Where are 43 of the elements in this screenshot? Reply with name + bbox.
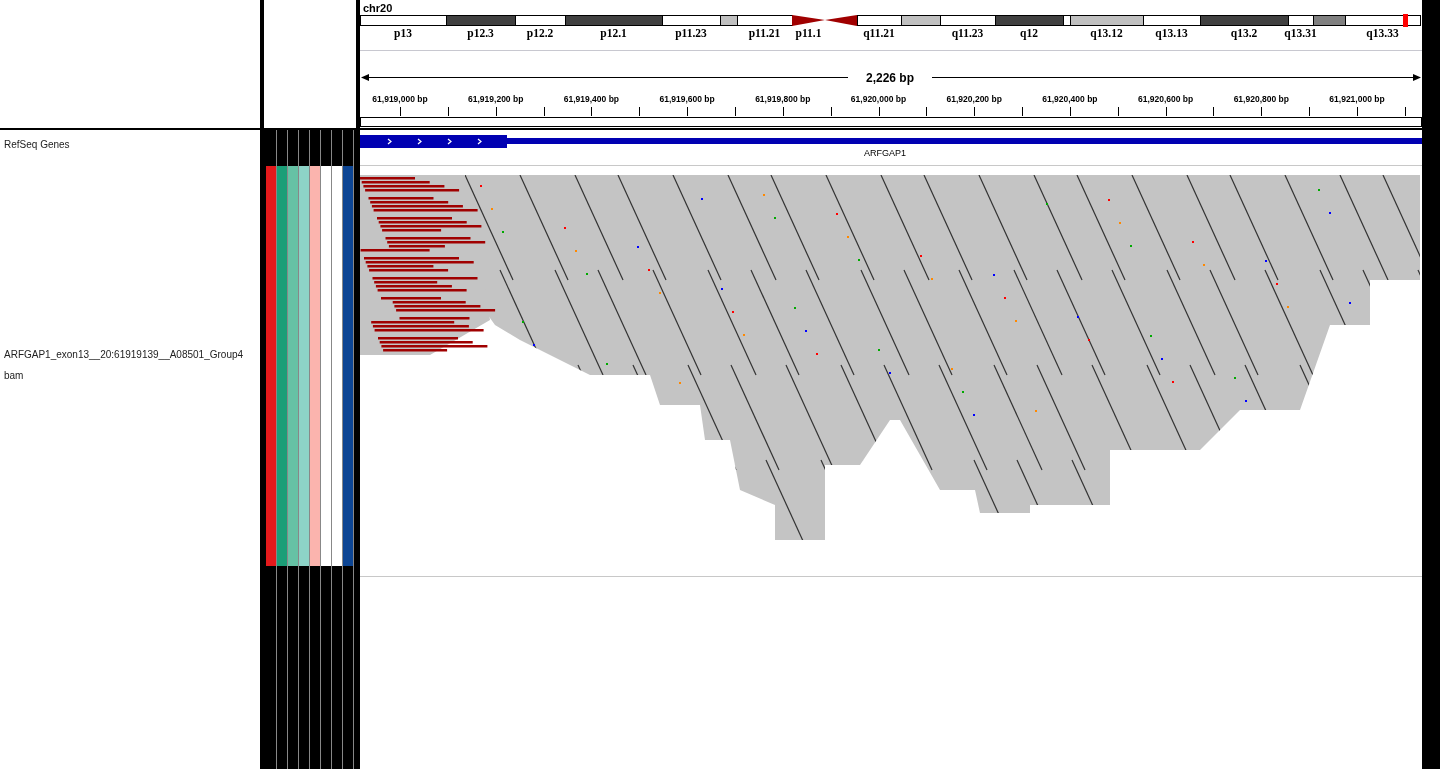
track-name[interactable]: RefSeq Genes [4, 138, 260, 151]
band-label: q11.23 [951, 27, 984, 39]
attribute-cell[interactable] [332, 166, 342, 566]
band-label: q12 [1020, 27, 1038, 39]
ruler-tick-label: 61,919,400 bp [563, 94, 620, 104]
track-name[interactable]: bam [4, 365, 260, 386]
attribute-cell[interactable] [310, 166, 320, 566]
chromosome-name: chr20 [363, 2, 393, 14]
track-name[interactable]: ARFGAP1_exon13__20:61919139__A08501_Group4 [4, 344, 260, 365]
ruler-tick-label: 61,921,000 bp [1329, 94, 1385, 104]
band-label: q13.2 [1230, 27, 1258, 39]
attribute-cell[interactable] [321, 166, 331, 566]
band-label: q13.33 [1366, 27, 1399, 39]
band-label: q13.13 [1155, 27, 1188, 39]
band-label: p11.23 [675, 27, 707, 39]
band-label: p12.2 [526, 27, 554, 39]
band-label: p11.1 [795, 27, 822, 39]
ruler-tick-label: 61,920,600 bp [1137, 94, 1194, 104]
attribute-cell[interactable] [299, 166, 309, 566]
ruler-tick-label: 61,920,200 bp [946, 94, 1002, 104]
band-label: q11.21 [863, 27, 895, 39]
band-label: p12.1 [600, 27, 627, 39]
attribute-cell[interactable] [266, 166, 276, 566]
ruler-tick-label: 61,920,400 bp [1042, 94, 1098, 104]
ruler-tick-label: 61,919,000 bp [372, 94, 428, 104]
attribute-cell[interactable] [288, 166, 298, 566]
attribute-cell[interactable] [277, 166, 287, 566]
ruler-tick-label: 61,919,200 bp [468, 94, 524, 104]
gene-name: ARFGAP1 [864, 148, 906, 158]
gene-feature[interactable] [360, 135, 1422, 148]
band-label: p13 [394, 27, 412, 39]
current-locus-marker [1403, 14, 1408, 27]
ruler-tick-label: 61,920,800 bp [1233, 94, 1289, 104]
span-length: 2,226 bp [866, 71, 914, 85]
band-label: p11.21 [748, 27, 781, 39]
ruler-tick-label: 61,920,000 bp [850, 94, 907, 104]
attribute-cell[interactable] [343, 166, 353, 566]
band-label: q13.12 [1090, 27, 1123, 39]
ruler-tick-label: 61,919,800 bp [755, 94, 811, 104]
chromosome-ideogram[interactable] [360, 15, 1421, 26]
band-label: p12.3 [467, 27, 494, 39]
ruler-tick-label: 61,919,600 bp [659, 94, 715, 104]
band-label: q13.31 [1284, 27, 1317, 39]
